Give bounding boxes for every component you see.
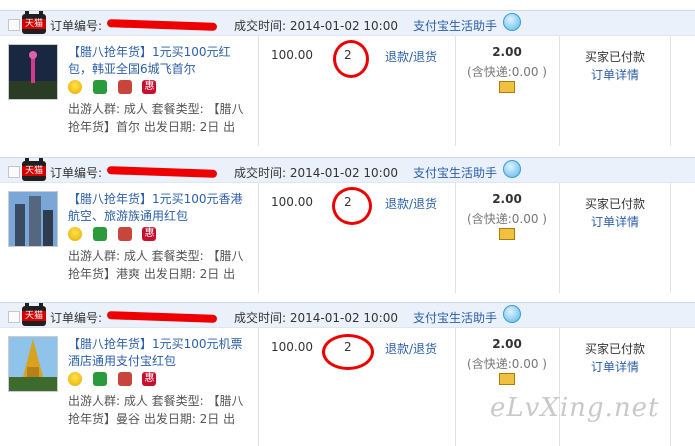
order-header: 天猫 订单编号: 成交时间: 2014-01-02 10:00 支付宝生活助手 <box>0 10 695 36</box>
divider <box>670 183 671 293</box>
order-checkbox[interactable] <box>8 19 20 31</box>
divider <box>258 183 259 293</box>
shipping-note: (含快递:0.00 ) <box>467 357 547 371</box>
alipay-helper-link[interactable]: 支付宝生活助手 <box>413 164 497 181</box>
service-icons: 惠 <box>68 372 163 388</box>
annotation-circle <box>322 334 374 370</box>
site-watermark: eLvXing.net <box>490 393 660 423</box>
order-number-label: 订单编号: <box>50 19 103 33</box>
chat-bubble-icon[interactable] <box>503 160 521 178</box>
order-body: 【腊八抢年货】1元买100元机票酒店通用支付宝红包 惠 出游人群: 成人 套餐类… <box>0 328 695 446</box>
shipping-note: (含快递:0.00 ) <box>467 212 547 226</box>
total-price: 2.00 <box>492 192 522 206</box>
gift-icon <box>92 372 107 386</box>
annotation-circle <box>333 40 369 78</box>
divider <box>455 183 456 293</box>
product-info: 出游人群: 成人 套餐类型: 【腊八抢年货】港爽 出发日期: 2日 出 <box>68 249 244 281</box>
total-price: 2.00 <box>492 337 522 351</box>
redaction-mark <box>106 311 218 323</box>
unit-price: 100.00 <box>271 48 313 62</box>
redaction-mark <box>106 166 218 178</box>
tmall-icon: 天猫 <box>22 11 46 34</box>
product-thumbnail[interactable] <box>8 191 58 247</box>
refund-link[interactable]: 退款/退货 <box>385 195 437 212</box>
alipay-helper-link[interactable]: 支付宝生活助手 <box>413 309 497 326</box>
service-icons: 惠 <box>68 80 163 96</box>
payment-card-icon <box>499 373 515 385</box>
alipay-helper-link[interactable]: 支付宝生活助手 <box>413 17 497 34</box>
deal-time: 成交时间: 2014-01-02 10:00 <box>234 311 398 325</box>
order-number-label: 订单编号: <box>50 166 103 180</box>
order-detail-link[interactable]: 订单详情 <box>565 66 665 83</box>
deal-time: 成交时间: 2014-01-02 10:00 <box>234 166 398 180</box>
product-thumbnail[interactable] <box>8 336 58 392</box>
product-info: 出游人群: 成人 套餐类型: 【腊八抢年货】曼谷 出发日期: 2日 出 <box>68 394 244 426</box>
order-checkbox[interactable] <box>8 311 20 323</box>
divider <box>455 36 456 146</box>
unit-price: 100.00 <box>271 195 313 209</box>
promo-badge-icon: 惠 <box>142 372 157 386</box>
payment-card-icon <box>499 81 515 93</box>
product-title-link[interactable]: 【腊八抢年货】1元买100元机票酒店通用支付宝红包 <box>68 336 253 370</box>
divider <box>258 328 259 446</box>
order-detail-link[interactable]: 订单详情 <box>565 213 665 230</box>
chat-bubble-icon[interactable] <box>503 13 521 31</box>
divider <box>559 328 560 446</box>
bulb-icon <box>68 372 82 386</box>
gift-red-icon <box>117 372 132 386</box>
deal-time: 成交时间: 2014-01-02 10:00 <box>234 19 398 33</box>
refund-link[interactable]: 退款/退货 <box>385 48 437 65</box>
divider <box>670 328 671 446</box>
bulb-icon <box>68 80 82 94</box>
unit-price: 100.00 <box>271 340 313 354</box>
order-number-label: 订单编号: <box>50 311 103 325</box>
product-title-link[interactable]: 【腊八抢年货】1元买100元红包，韩亚全国6城飞首尔 <box>68 44 253 78</box>
annotation-circle <box>332 187 372 225</box>
order-body: 【腊八抢年货】1元买100元红包，韩亚全国6城飞首尔 惠 出游人群: 成人 套餐… <box>0 36 695 146</box>
divider <box>670 36 671 146</box>
product-title-link[interactable]: 【腊八抢年货】1元买100元香港航空、旅游族通用红包 <box>68 191 253 225</box>
refund-link[interactable]: 退款/退货 <box>385 340 437 357</box>
service-icons: 惠 <box>68 227 163 243</box>
product-info: 出游人群: 成人 套餐类型: 【腊八抢年货】首尔 出发日期: 2日 出 <box>68 102 244 134</box>
order-header: 天猫 订单编号: 成交时间: 2014-01-02 10:00 支付宝生活助手 <box>0 302 695 328</box>
order-body: 【腊八抢年货】1元买100元香港航空、旅游族通用红包 惠 出游人群: 成人 套餐… <box>0 183 695 293</box>
order-status: 买家已付款 <box>584 197 645 211</box>
tmall-icon: 天猫 <box>22 303 46 326</box>
divider <box>559 183 560 293</box>
divider <box>455 328 456 446</box>
gift-icon <box>92 227 107 241</box>
chat-bubble-icon[interactable] <box>503 305 521 323</box>
order-status: 买家已付款 <box>584 50 645 64</box>
payment-card-icon <box>499 228 515 240</box>
gift-icon <box>92 80 107 94</box>
order-header: 天猫 订单编号: 成交时间: 2014-01-02 10:00 支付宝生活助手 <box>0 157 695 183</box>
order-checkbox[interactable] <box>8 166 20 178</box>
gift-red-icon <box>117 227 132 241</box>
tmall-icon: 天猫 <box>22 158 46 181</box>
divider <box>258 36 259 146</box>
promo-badge-icon: 惠 <box>142 80 157 94</box>
order-status: 买家已付款 <box>584 342 645 356</box>
bulb-icon <box>68 227 82 241</box>
product-thumbnail[interactable] <box>8 44 58 100</box>
order-detail-link[interactable]: 订单详情 <box>565 358 665 375</box>
gift-red-icon <box>117 80 132 94</box>
total-price: 2.00 <box>492 45 522 59</box>
divider <box>559 36 560 146</box>
promo-badge-icon: 惠 <box>142 227 157 241</box>
redaction-mark <box>106 19 218 31</box>
shipping-note: (含快递:0.00 ) <box>467 65 547 79</box>
